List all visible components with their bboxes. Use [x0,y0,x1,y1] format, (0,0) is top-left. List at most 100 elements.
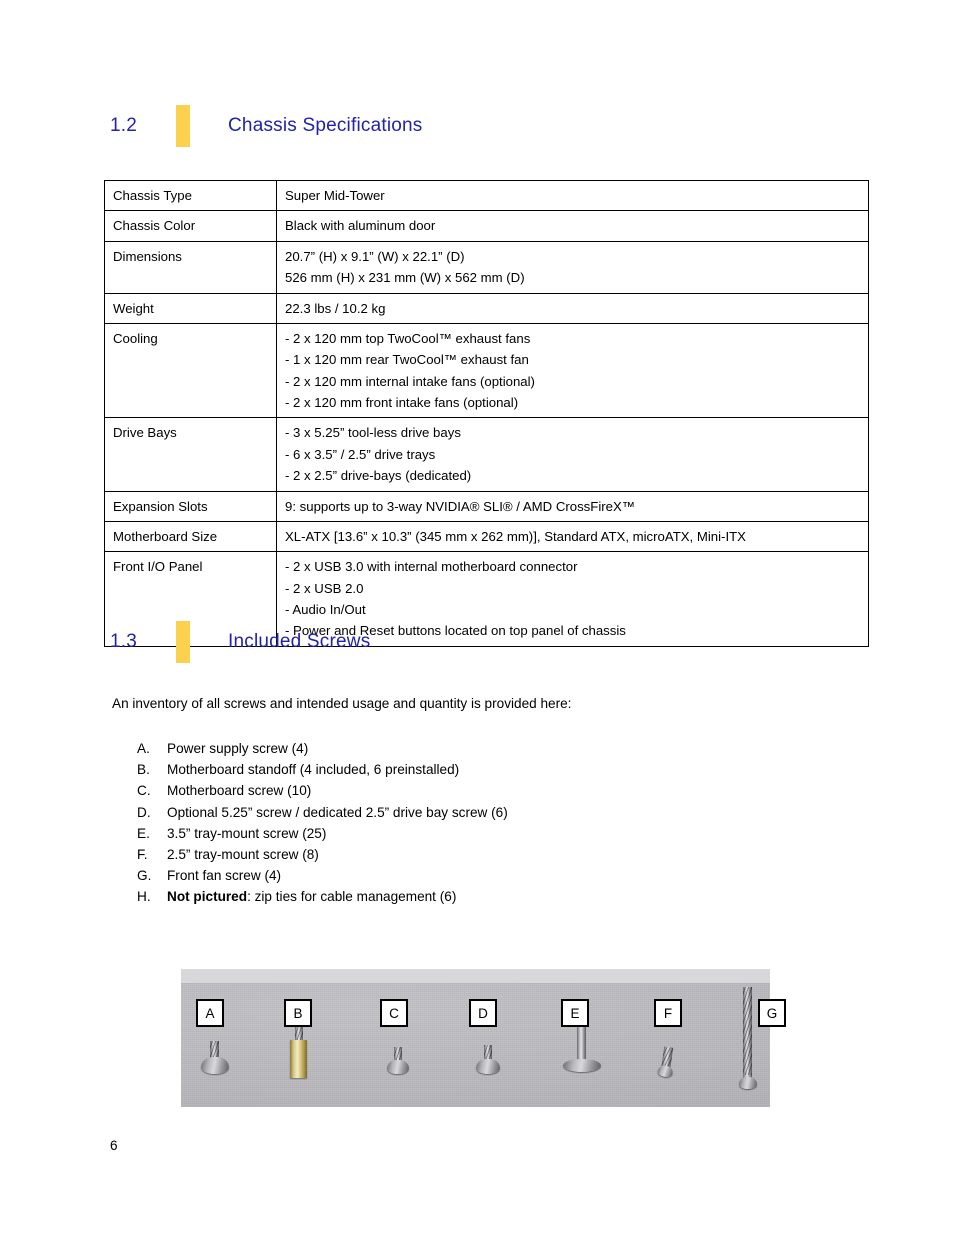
spec-value-line: Super Mid-Tower [285,188,385,203]
spec-value-line: - 3 x 5.25” tool-less drive bays [285,425,461,441]
screw-head [739,1077,757,1089]
standoff-body [290,1040,307,1078]
list-item: D. Optional 5.25” screw / dedicated 2.5”… [137,802,508,823]
photo-label-d: D [469,999,497,1027]
section-number: 1.2 [110,115,138,136]
chassis-specifications-table: Chassis Type Super Mid-Tower Chassis Col… [104,179,869,647]
spec-value: - 2 x 120 mm top TwoCool™ exhaust fans -… [276,322,869,419]
spec-value: 20.7” (H) x 9.1” (W) x 22.1” (D) 526 mm … [276,240,869,294]
list-item-label: Not pictured: zip ties for cable managem… [167,886,456,907]
section-accent-bar [176,105,190,147]
list-item-label: Power supply screw (4) [167,741,309,756]
list-item: B. Motherboard standoff (4 included, 6 p… [137,759,508,780]
list-item-letter: D. [137,804,151,820]
list-item-letter: A. [137,741,150,756]
spec-value-line: - Power and Reset buttons located on top… [285,623,626,639]
spec-value-line: - 2 x 120 mm top TwoCool™ exhaust fans [285,330,531,346]
list-item-label: Motherboard screw (10) [167,783,312,799]
list-item: A. Power supply screw (4) [137,738,508,759]
spec-value-line: - 2 x 2.5” drive-bays (dedicated) [285,468,472,484]
spec-value-line: 20.7” (H) x 9.1” (W) x 22.1” (D) [285,248,465,264]
screws-list: A. Power supply screw (4) B. Motherboard… [137,738,508,908]
photo-label-a: A [196,999,224,1027]
spec-key: Chassis Color [104,210,277,242]
section-heading-1-3: 1.3 Included Screws [110,620,370,664]
spec-value-line: 526 mm (H) x 231 mm (W) x 562 mm (D) [285,270,525,286]
table-row: Drive Bays - 3 x 5.25” tool-less drive b… [104,417,869,492]
list-item-label: 3.5” tray-mount screw (25) [167,825,327,841]
spec-value-line: Black with aluminum door [285,218,436,234]
screw-thread [743,987,752,1075]
list-item-letter: C. [137,783,151,799]
screw-d-image [473,1045,505,1077]
spec-value: - 3 x 5.25” tool-less drive bays - 6 x 3… [276,417,869,492]
screw-head [201,1057,229,1074]
section-title: Included Screws [228,631,371,652]
list-item: E. 3.5” tray-mount screw (25) [137,823,508,844]
section-accent-bar [176,621,190,663]
spec-key: Chassis Type [104,179,277,212]
screw-head [657,1064,674,1078]
list-item-bold-prefix: Not pictured [167,889,248,905]
list-item-rest: : zip ties for cable management (6) [247,889,457,905]
photo-label-f: F [654,999,682,1027]
spec-key: Motherboard Size [104,520,277,553]
photo-label-e: E [561,999,589,1027]
photo-label-b: B [284,999,312,1027]
spec-value: 9: supports up to 3-way NVIDIA® SLI® / A… [276,490,869,522]
list-item-label: Optional 5.25” screw / dedicated 2.5” dr… [167,804,508,820]
spec-key: Expansion Slots [104,490,277,522]
screw-b-image [286,1027,314,1079]
spec-key: Cooling [104,322,277,419]
spec-key: Drive Bays [104,417,277,492]
screws-photo-top-strip [181,969,770,983]
table-body: Chassis Type Super Mid-Tower Chassis Col… [104,179,869,647]
spec-value-line: - 2 x USB 3.0 with internal motherboard … [285,559,578,575]
spec-value-line: 9: supports up to 3-way NVIDIA® SLI® / A… [285,498,635,514]
screw-head [476,1059,500,1074]
spec-value-line: XL-ATX [13.6” x 10.3” (345 mm x 262 mm)]… [285,528,746,544]
table-row: Cooling - 2 x 120 mm top TwoCool™ exhaus… [104,322,869,419]
spec-value: XL-ATX [13.6” x 10.3” (345 mm x 262 mm)]… [276,520,869,553]
screw-g-image [737,987,759,1091]
spec-key: Dimensions [104,240,277,294]
photo-label-g: G [758,999,786,1027]
table-row: Chassis Color Black with aluminum door [104,210,869,242]
table-row: Weight 22.3 lbs / 10.2 kg [104,292,869,324]
list-item-letter: G. [137,868,152,884]
list-item-label: 2.5” tray-mount screw (8) [167,846,319,862]
list-item-label: Motherboard standoff (4 included, 6 prei… [167,762,460,778]
spec-value-line: 22.3 lbs / 10.2 kg [285,300,386,316]
spec-value-line: - 2 x 120 mm front intake fans (optional… [285,395,519,410]
list-item-letter: F. [137,846,148,862]
spec-value-line: - 1 x 120 mm rear TwoCool™ exhaust fan [285,352,529,368]
section-number: 1.3 [110,631,138,652]
list-item-letter: H. [137,889,151,905]
screw-head [563,1059,601,1072]
list-item: C. Motherboard screw (10) [137,780,508,801]
section-heading-1-2: 1.2 Chassis Specifications [110,104,422,148]
spec-key: Weight [104,292,277,324]
page-number: 6 [110,1138,118,1153]
spec-value-line: - 2 x 120 mm internal intake fans (optio… [285,373,535,389]
list-item: F. 2.5” tray-mount screw (8) [137,844,508,865]
spec-value: Black with aluminum door [276,210,869,242]
screws-intro-paragraph: An inventory of all screws and intended … [112,696,572,711]
table-row: Chassis Type Super Mid-Tower [104,179,869,212]
screw-a-image [197,1041,233,1077]
list-item: H. Not pictured: zip ties for cable mana… [137,886,508,907]
spec-value-line: - 6 x 3.5” / 2.5” drive trays [285,446,436,462]
screw-head [387,1060,409,1074]
table-row: Motherboard Size XL-ATX [13.6” x 10.3” (… [104,520,869,553]
table-row: Dimensions 20.7” (H) x 9.1” (W) x 22.1” … [104,240,869,294]
photo-label-c: C [380,999,408,1027]
list-item-letter: E. [137,825,150,841]
list-item: G. Front fan screw (4) [137,865,508,886]
list-item-letter: B. [137,762,150,778]
spec-value: 22.3 lbs / 10.2 kg [276,292,869,324]
spec-value-line: - 2 x USB 2.0 [285,580,364,596]
spec-value: Super Mid-Tower [276,179,869,212]
table-row: Expansion Slots 9: supports up to 3-way … [104,490,869,522]
section-title: Chassis Specifications [228,115,423,136]
list-item-label: Front fan screw (4) [167,868,282,884]
